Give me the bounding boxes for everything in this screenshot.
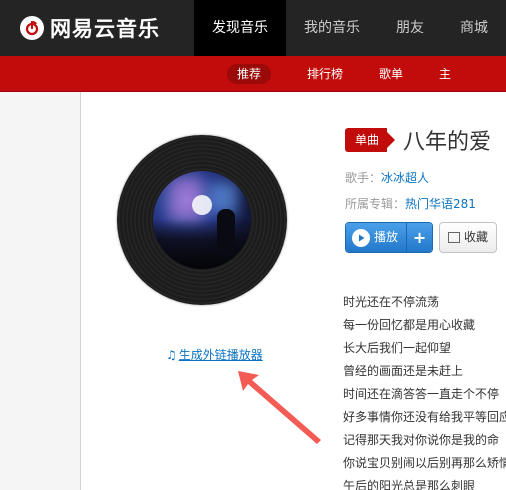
lyric-line: 记得那天我对你说你是我的命 (343, 433, 500, 447)
lyric-line: 时光还在不停流荡 (343, 295, 440, 309)
favorite-button[interactable]: 收藏 (439, 222, 498, 253)
lyric-line: 每一份回忆都是用心收藏 (343, 318, 476, 332)
single-badge: 单曲 (345, 128, 396, 152)
lyrics: 时光还在不停流荡 每一份回忆都是用心收藏 长大后我们一起仰望 曾经的画面还是未赶… (343, 291, 506, 490)
lyric-line: 时间还在滴答答一直走个不停 (343, 387, 500, 401)
subnav-recommend[interactable]: 推荐 (214, 56, 284, 92)
lyric-line: 你说宝贝别闹以后别再那么矫情 (343, 456, 506, 470)
top-bar: 网易云音乐 发现音乐 我的音乐 朋友 商城 (0, 0, 506, 56)
singer-link[interactable]: 冰冰超人 (381, 171, 429, 185)
subnav-playlists[interactable]: 歌单 (366, 56, 416, 92)
play-icon (352, 228, 370, 247)
song-detail-panel: ♫ 生成外链播放器 单曲 八年的爱 歌手：冰冰超人 所属专辑：热门华语281 播放… (80, 92, 506, 490)
play-button[interactable]: 播放 (346, 223, 407, 252)
lyric-line: 长大后我们一起仰望 (343, 341, 452, 355)
nav-friends[interactable]: 朋友 (378, 0, 442, 56)
action-buttons: 播放 + 收藏 (345, 222, 506, 253)
album-label: 所属专辑： (345, 197, 406, 211)
song-info: 单曲 八年的爱 歌手：冰冰超人 所属专辑：热门华语281 播放 + 收藏 (345, 122, 506, 253)
sub-nav: 推荐 排行榜 歌单 主 (0, 56, 506, 92)
lyric-line: 午后的阳光总是那么刺眼 (343, 479, 476, 490)
favorite-label: 收藏 (464, 230, 489, 244)
add-to-playlist-button[interactable]: + (406, 223, 433, 252)
nav-store[interactable]: 商城 (442, 0, 506, 56)
main-nav: 发现音乐 我的音乐 朋友 商城 (194, 0, 506, 56)
album-link[interactable]: 热门华语281 (405, 197, 476, 211)
subnav-recommend-label: 推荐 (227, 64, 272, 84)
album-row: 所属专辑：热门华语281 (345, 192, 506, 216)
brand-name: 网易云音乐 (50, 17, 160, 41)
logo[interactable]: 网易云音乐 (20, 10, 160, 46)
subnav-charts[interactable]: 排行榜 (294, 56, 356, 92)
folder-add-icon (448, 232, 461, 243)
singer-row: 歌手：冰冰超人 (345, 166, 506, 190)
lyric-line: 曾经的画面还是未赶上 (343, 364, 464, 378)
netease-music-logo-icon (20, 16, 44, 40)
play-button-group: 播放 + (345, 222, 434, 253)
play-label: 播放 (374, 230, 399, 244)
nav-discover-music[interactable]: 发现音乐 (194, 0, 286, 56)
nav-my-music[interactable]: 我的音乐 (286, 0, 378, 56)
song-title: 八年的爱 (403, 130, 492, 155)
singer-label: 歌手： (345, 171, 382, 185)
lyric-line: 好多事情你还没有给我平等回应 (343, 410, 506, 424)
subnav-anchor[interactable]: 主 (426, 56, 464, 92)
